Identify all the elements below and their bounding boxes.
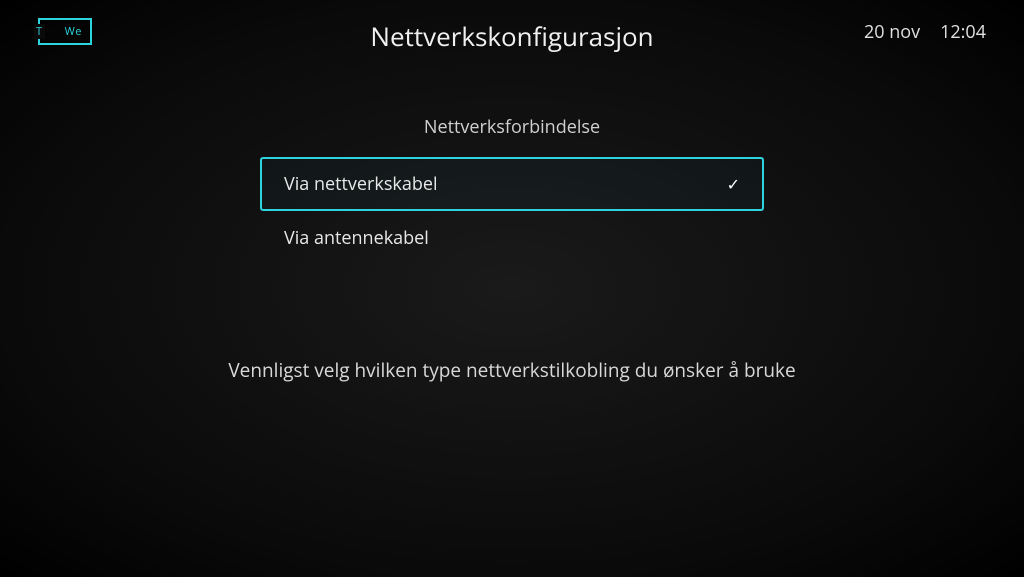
- section-label: Nettverksforbindelse: [424, 115, 600, 139]
- option-label: Via nettverkskabel: [284, 172, 438, 196]
- logo-prefix: T: [34, 24, 45, 39]
- option-label: Via antennekabel: [284, 226, 429, 250]
- option-antenna-cable[interactable]: Via antennekabel: [260, 211, 764, 265]
- page-title: Nettverkskonfigurasjon: [370, 18, 653, 54]
- date-label: 20 nov: [864, 20, 920, 44]
- datetime-display: 20 nov 12:04: [864, 20, 986, 44]
- logo-text: We: [65, 24, 82, 39]
- checkmark-icon: ✓: [727, 173, 740, 195]
- options-list: Via nettverkskabel ✓ Via antennekabel: [260, 157, 764, 265]
- brand-logo: T We: [38, 18, 92, 45]
- content-area: Nettverksforbindelse Via nettverkskabel …: [0, 115, 1024, 383]
- instruction-text: Vennligst velg hvilken type nettverkstil…: [228, 357, 795, 383]
- option-network-cable[interactable]: Via nettverkskabel ✓: [260, 157, 764, 211]
- time-label: 12:04: [940, 20, 986, 44]
